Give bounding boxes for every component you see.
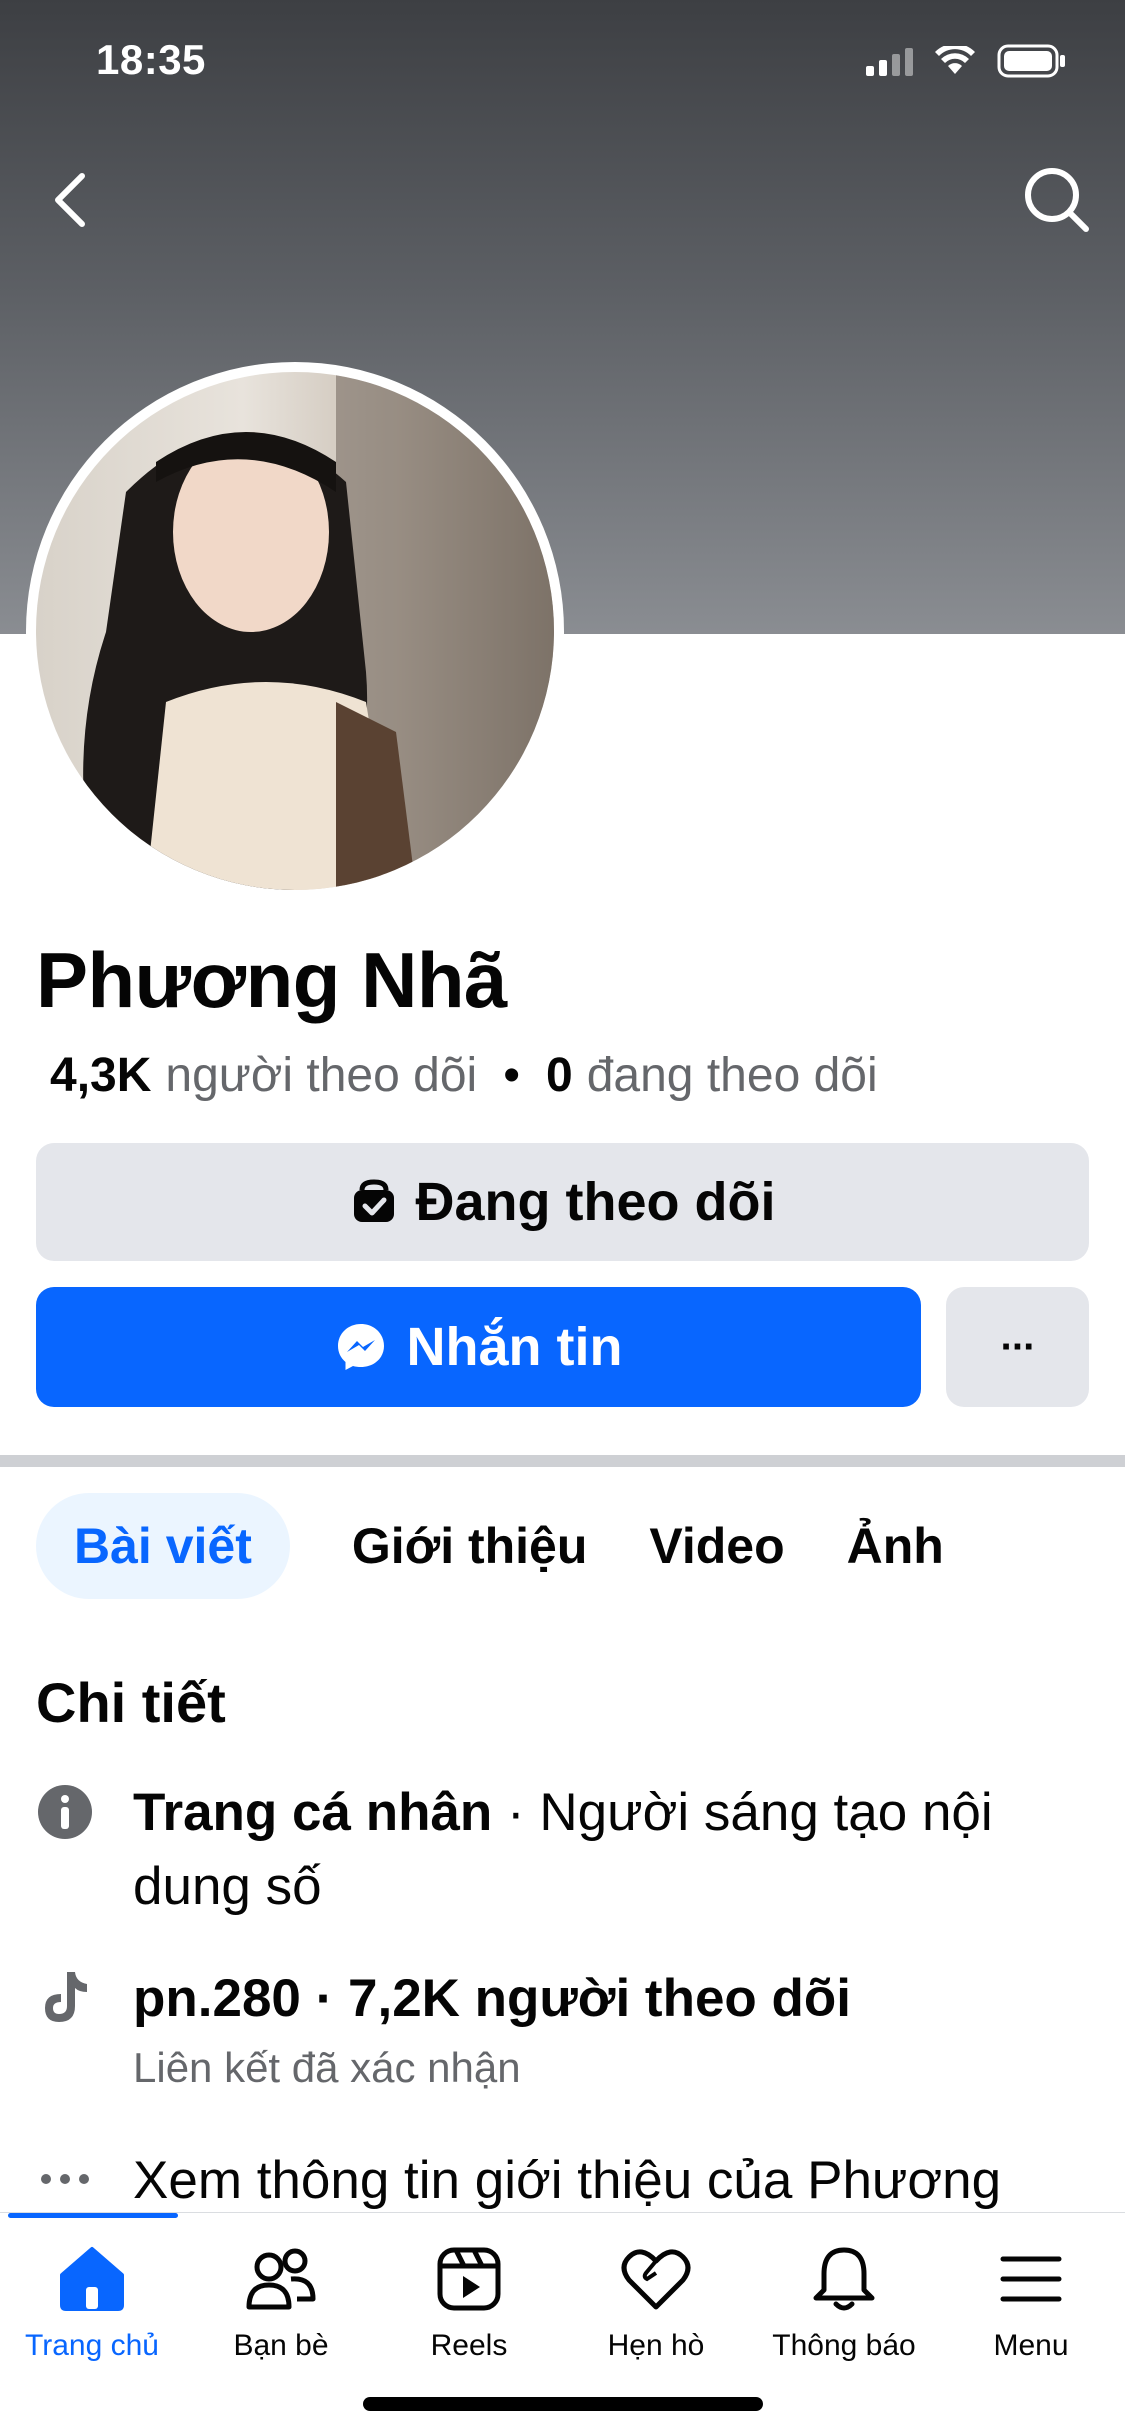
nav-dating[interactable]: Hẹn hò — [562, 2243, 750, 2363]
tiktok-link[interactable]: pn.280 · 7,2K người theo dõi — [133, 1962, 1083, 2036]
menu-icon — [995, 2243, 1067, 2315]
info-icon — [36, 1783, 94, 1841]
following-count: 0 — [546, 1049, 573, 1102]
tiktok-icon — [36, 1968, 94, 2026]
signal-icon — [866, 46, 913, 76]
bell-icon — [808, 2243, 880, 2315]
profile-tabs: Bài viết Giới thiệu Video Ảnh — [36, 1493, 944, 1599]
more-horizontal-icon — [36, 2150, 94, 2208]
dating-icon — [620, 2243, 692, 2315]
status-bar: 18:35 — [0, 0, 1125, 130]
profile-name: Phương Nhã — [36, 936, 507, 1024]
status-icons — [866, 44, 1067, 78]
active-tab-indicator — [8, 2213, 178, 2218]
profile-type-row: Trang cá nhân · Người sáng tạo nội dung … — [133, 1776, 1083, 1924]
search-icon — [1025, 168, 1089, 232]
avatar — [36, 372, 554, 890]
nav-home[interactable]: Trang chủ — [0, 2243, 186, 2363]
wifi-icon — [935, 46, 975, 74]
nav-friends[interactable]: Bạn bè — [187, 2243, 375, 2363]
following-label: đang theo dõi — [586, 1049, 878, 1102]
following-label: Đang theo dõi — [415, 1172, 776, 1232]
follow-stats[interactable]: 4,3K người theo dõi • 0 đang theo dõi — [50, 1048, 878, 1103]
battery-icon — [997, 44, 1065, 78]
message-label: Nhắn tin — [406, 1317, 623, 1377]
nav-menu[interactable]: Menu — [937, 2243, 1125, 2363]
more-dots-icon: ··· — [1000, 1324, 1037, 1369]
tab-about[interactable]: Giới thiệu — [352, 1493, 588, 1599]
profile-type-bold: Trang cá nhân — [133, 1783, 493, 1842]
followers-count: 4,3K — [50, 1049, 152, 1102]
details-title: Chi tiết — [36, 1671, 226, 1734]
following-check-icon — [353, 1179, 394, 1222]
more-options-button[interactable]: ··· — [946, 1287, 1089, 1407]
nav-notifications[interactable]: Thông báo — [750, 2243, 938, 2363]
messenger-icon — [337, 1324, 384, 1370]
tab-photos[interactable]: Ảnh — [847, 1493, 944, 1599]
tiktok-verified-label: Liên kết đã xác nhận — [133, 2044, 521, 2091]
nav-reels[interactable]: Reels — [375, 2243, 563, 2363]
tab-video[interactable]: Video — [649, 1493, 784, 1599]
tab-posts[interactable]: Bài viết — [36, 1493, 290, 1599]
reels-icon — [433, 2243, 505, 2315]
message-button[interactable]: Nhắn tin — [36, 1287, 921, 1407]
home-icon — [56, 2243, 128, 2315]
see-about-link[interactable]: Xem thông tin giới thiệu của Phương — [133, 2144, 1083, 2218]
separator-dot: • — [503, 1049, 521, 1102]
section-divider — [0, 1455, 1125, 1467]
following-button[interactable]: Đang theo dõi — [36, 1143, 1089, 1261]
chevron-left-icon — [55, 173, 85, 227]
friends-icon — [245, 2243, 317, 2315]
profile-picture[interactable] — [26, 362, 564, 900]
followers-label: người theo dõi — [165, 1049, 478, 1102]
home-indicator[interactable] — [363, 2397, 763, 2411]
status-time: 18:35 — [96, 36, 206, 83]
back-button[interactable] — [30, 160, 110, 240]
search-button[interactable] — [1017, 160, 1097, 240]
